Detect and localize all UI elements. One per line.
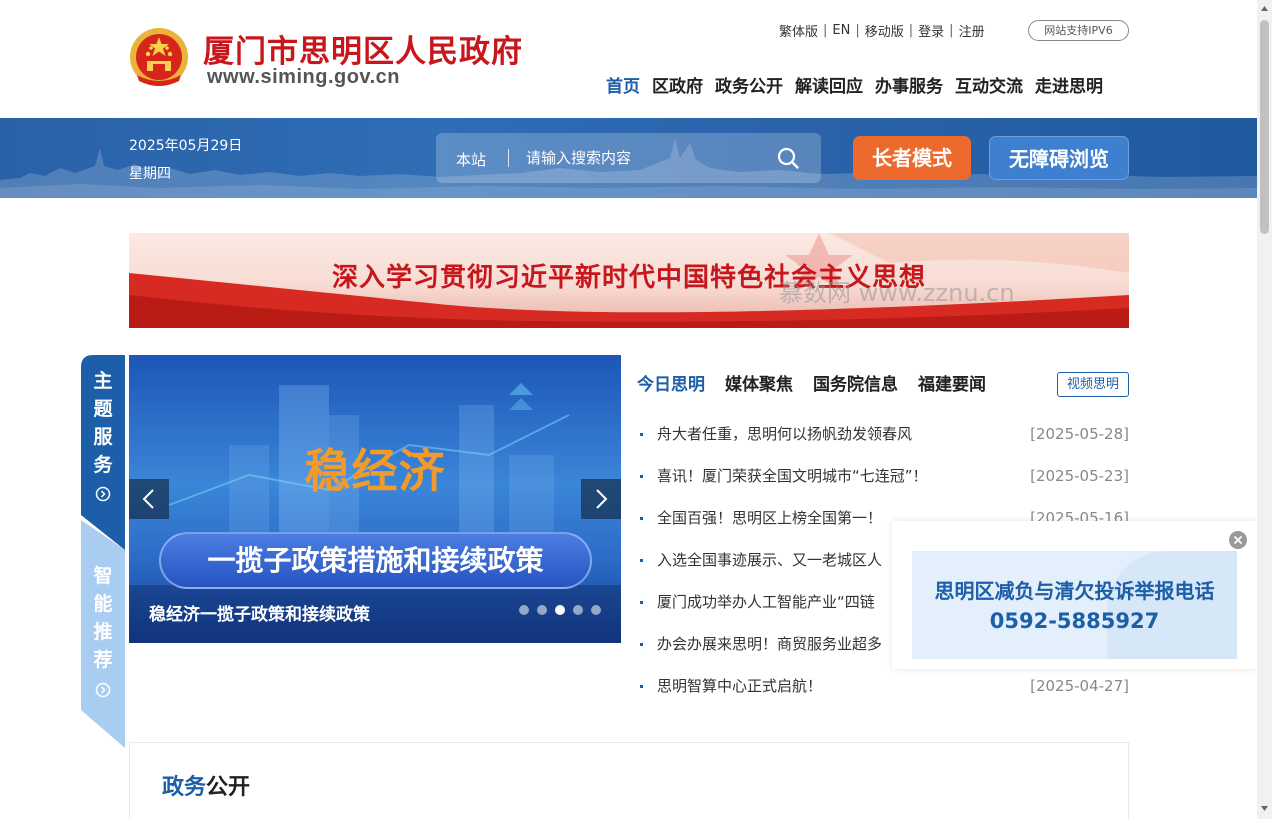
news-carousel[interactable]: 稳经济 一揽子政策措施和接续政策 稳经济一揽子政策和接续政策: [129, 355, 621, 643]
hotline-title: 思明区减负与清欠投诉举报电话: [934, 579, 1215, 603]
page-scrollbar[interactable]: [1257, 0, 1272, 819]
side-tab-label: 智 能 推 荐: [93, 565, 113, 671]
divider: |: [855, 23, 860, 38]
carousel-dot[interactable]: [519, 605, 529, 615]
ipv6-badge: 网站支持IPV6: [1028, 20, 1129, 41]
news-title[interactable]: 办会办展来思明！商贸服务业超多: [657, 630, 882, 658]
bullet: [640, 433, 643, 436]
site-url: www.siming.gov.cn: [207, 66, 400, 88]
carousel-dot[interactable]: [537, 605, 547, 615]
list-item[interactable]: 思明智算中心正式启航！ [2025-04-27]: [637, 672, 1129, 714]
divider: |: [823, 23, 828, 38]
section-title: 政务公开: [162, 775, 251, 800]
link-mobile[interactable]: 移动版: [865, 21, 904, 40]
circle-arrow-icon: [95, 682, 111, 698]
nav-home[interactable]: 首页: [606, 72, 640, 97]
tab-today-siming[interactable]: 今日思明: [637, 370, 705, 395]
search-band: 2025年05月29日 星期四 本站 长者模式 无障碍浏览: [0, 118, 1257, 198]
watermark: 慕数网 www.zznu.cn: [779, 279, 1015, 307]
search-scope[interactable]: 本站: [456, 149, 486, 170]
news-date: [2025-04-27]: [1030, 677, 1129, 695]
search-box: 本站: [436, 133, 821, 183]
elder-mode-button[interactable]: 长者模式: [853, 136, 971, 180]
chevron-right-icon: [596, 489, 608, 509]
video-siming-button[interactable]: 视频思明: [1057, 372, 1129, 397]
list-item[interactable]: 喜讯！厦门荣获全国文明城市“七连冠”！ [2025-05-23]: [637, 462, 1129, 504]
news-tabs: 今日思明 媒体聚焦 国务院信息 福建要闻: [637, 370, 986, 395]
divider: |: [908, 23, 914, 38]
tab-fujian-news[interactable]: 福建要闻: [918, 370, 986, 395]
government-affairs-section: 政务公开: [129, 742, 1129, 819]
list-item[interactable]: 舟大者任重，思明何以扬帆劲发领春风 [2025-05-28]: [637, 420, 1129, 462]
nav-about-siming[interactable]: 走进思明: [1035, 72, 1103, 97]
news-title[interactable]: 厦门成功举办人工智能产业“四链: [657, 588, 875, 616]
carousel-dot[interactable]: [591, 605, 601, 615]
bullet: [640, 559, 643, 562]
news-title[interactable]: 喜讯！厦门荣获全国文明城市“七连冠”！: [657, 462, 928, 490]
search-icon[interactable]: [776, 146, 800, 170]
nav-interpretation[interactable]: 解读回应: [795, 72, 863, 97]
hotline-number: 0592-5885927: [989, 609, 1160, 633]
bullet: [640, 643, 643, 646]
news-title[interactable]: 全国百强！思明区上榜全国第一！: [657, 504, 882, 532]
nav-government-affairs[interactable]: 政务公开: [715, 72, 783, 97]
side-tab-label: 主 题 服 务: [93, 370, 113, 476]
close-popup-button[interactable]: [1229, 531, 1247, 549]
scrollbar-thumb[interactable]: [1260, 20, 1269, 234]
carousel-prev-button[interactable]: [129, 479, 169, 519]
carousel-caption[interactable]: 稳经济一揽子政策和接续政策: [149, 600, 370, 625]
divider: [508, 149, 509, 167]
news-title[interactable]: 思明智算中心正式启航！: [657, 672, 822, 700]
bullet: [640, 685, 643, 688]
carousel-dot[interactable]: [573, 605, 583, 615]
link-register[interactable]: 注册: [959, 21, 985, 40]
bullet: [640, 475, 643, 478]
site-name: 厦门市思明区人民政府: [203, 34, 523, 70]
close-icon: [1233, 535, 1243, 545]
news-date: [2025-05-23]: [1030, 467, 1129, 485]
national-emblem-icon: [130, 28, 188, 86]
carousel-pill-text: 一揽子政策措施和接续政策: [159, 532, 592, 589]
news-title[interactable]: 入选全国事迹展示、又一老城区人: [657, 546, 882, 574]
hotline-popup: 思明区减负与清欠投诉举报电话 0592-5885927: [892, 521, 1257, 669]
nav-interaction[interactable]: 互动交流: [955, 72, 1023, 97]
side-tab-smart-recommend[interactable]: 智 能 推 荐: [81, 520, 125, 748]
bullet: [640, 601, 643, 604]
divider: |: [949, 23, 954, 38]
link-traditional[interactable]: 繁体版: [779, 21, 818, 40]
current-weekday: 星期四: [129, 166, 171, 182]
carousel-dot-active[interactable]: [555, 605, 565, 615]
hotline-card[interactable]: 思明区减负与清欠投诉举报电话 0592-5885927: [912, 551, 1237, 659]
nav-district-government[interactable]: 区政府: [652, 72, 703, 97]
carousel-next-button[interactable]: [581, 479, 621, 519]
site-header: 厦门市思明区人民政府 www.siming.gov.cn 繁体版 | EN | …: [0, 0, 1257, 118]
bullet: [640, 517, 643, 520]
news-title[interactable]: 舟大者任重，思明何以扬帆劲发领春风: [657, 420, 912, 448]
tab-media-focus[interactable]: 媒体聚焦: [725, 370, 793, 395]
link-english[interactable]: EN: [832, 23, 850, 38]
tab-state-council[interactable]: 国务院信息: [813, 370, 898, 395]
top-links: 繁体版 | EN | 移动版 | 登录 | 注册: [779, 21, 985, 40]
scroll-down-icon[interactable]: [1260, 804, 1269, 813]
news-date: [2025-05-28]: [1030, 425, 1129, 443]
scroll-up-icon[interactable]: [1260, 4, 1269, 13]
card-decoration: [1107, 551, 1237, 659]
search-input[interactable]: [526, 146, 766, 170]
current-date: 2025年05月29日: [129, 138, 243, 154]
nav-services[interactable]: 办事服务: [875, 72, 943, 97]
chevron-left-icon: [142, 489, 154, 509]
main-nav: 首页 区政府 政务公开 解读回应 办事服务 互动交流 走进思明: [606, 72, 1103, 97]
accessible-browse-button[interactable]: 无障碍浏览: [989, 136, 1129, 180]
theme-banner[interactable]: 深入学习贯彻习近平新时代中国特色社会主义思想 慕数网 www.zznu.cn: [129, 233, 1129, 328]
circle-arrow-icon: [95, 486, 111, 502]
link-login[interactable]: 登录: [918, 21, 944, 40]
carousel-big-title: 稳经济: [304, 444, 446, 498]
carousel-dots: [519, 605, 601, 615]
